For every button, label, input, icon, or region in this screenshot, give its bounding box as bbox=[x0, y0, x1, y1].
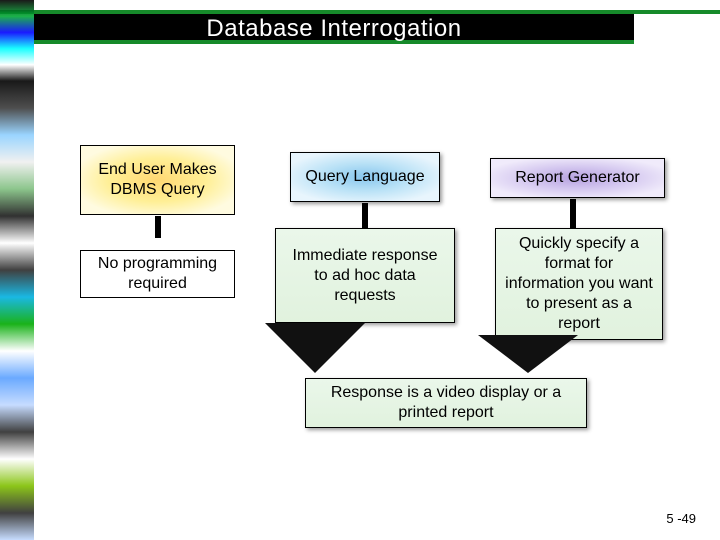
page-number: 5 -49 bbox=[666, 511, 696, 526]
box-report-generator-label: Report Generator bbox=[515, 168, 640, 188]
box-quickly-specify-label: Quickly specify a format for information… bbox=[504, 234, 654, 334]
arrow-down-icon bbox=[265, 323, 365, 373]
box-query-language: Query Language bbox=[290, 152, 440, 202]
decorative-sidebar bbox=[0, 0, 34, 540]
connector-3 bbox=[570, 199, 576, 228]
box-query-language-label: Query Language bbox=[305, 167, 424, 187]
box-no-programming: No programming required bbox=[80, 250, 235, 298]
box-immediate-response-label: Immediate response to ad hoc data reques… bbox=[284, 246, 446, 306]
box-response: Response is a video display or a printed… bbox=[305, 378, 587, 428]
box-end-user: End User Makes DBMS Query bbox=[80, 145, 235, 215]
box-response-label: Response is a video display or a printed… bbox=[314, 383, 578, 423]
title-bar: Database Interrogation bbox=[34, 14, 634, 44]
connector-1 bbox=[155, 216, 161, 238]
box-no-programming-label: No programming required bbox=[89, 254, 226, 294]
box-report-generator: Report Generator bbox=[490, 158, 665, 198]
page-title: Database Interrogation bbox=[34, 14, 634, 44]
arrow-down-icon bbox=[478, 335, 578, 373]
connector-2 bbox=[362, 203, 368, 228]
box-end-user-label: End User Makes DBMS Query bbox=[89, 160, 226, 200]
box-quickly-specify: Quickly specify a format for information… bbox=[495, 228, 663, 340]
box-immediate-response: Immediate response to ad hoc data reques… bbox=[275, 228, 455, 323]
